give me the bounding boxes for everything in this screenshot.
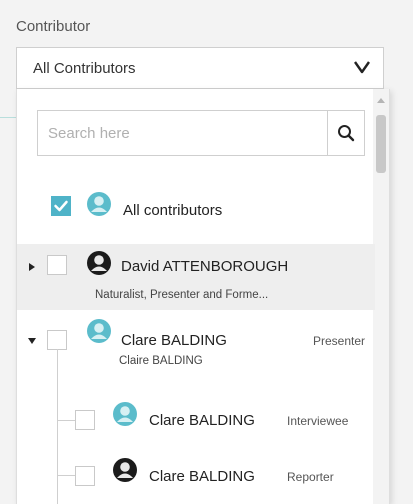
filter-label: Contributor: [16, 18, 91, 35]
person-dark-icon: [87, 251, 111, 275]
balding-reporter-role: Reporter: [287, 470, 334, 484]
balding-interviewee-name: Clare BALDING: [149, 412, 255, 429]
all-contributors-label: All contributors: [123, 202, 223, 219]
expand-arrow-icon[interactable]: [29, 263, 35, 271]
scrollbar[interactable]: [373, 89, 389, 504]
check-icon: [54, 200, 68, 212]
attenborough-name: David ATTENBOROUGH: [121, 258, 289, 275]
list-item-balding-reporter[interactable]: Clare BALDING Reporter: [17, 449, 375, 503]
chevron-down-icon[interactable]: [353, 58, 371, 76]
balding-subtitle: Claire BALDING: [119, 355, 203, 367]
list-item-all-contributors[interactable]: All contributors: [17, 185, 375, 231]
balding-interviewee-checkbox[interactable]: [75, 410, 95, 430]
person-teal-icon: [113, 402, 137, 426]
contributor-select-value: All Contributors: [33, 60, 136, 77]
search-input[interactable]: [38, 111, 328, 155]
balding-reporter-name: Clare BALDING: [149, 468, 255, 485]
scroll-up-arrow-icon[interactable]: [377, 98, 385, 103]
scrollbar-thumb[interactable]: [376, 115, 386, 173]
attenborough-checkbox[interactable]: [47, 255, 67, 275]
list-item-balding-interviewee[interactable]: Clare BALDING Interviewee: [17, 393, 375, 447]
balding-reporter-checkbox[interactable]: [75, 466, 95, 486]
person-teal-icon: [87, 319, 111, 343]
contributor-dropdown-panel: All contributors David ATTENBOROUGH Natu…: [16, 89, 390, 504]
balding-name: Clare BALDING: [121, 332, 227, 349]
search-button[interactable]: [327, 111, 364, 155]
balding-interviewee-role: Interviewee: [287, 414, 349, 428]
contributor-select[interactable]: All Contributors: [16, 47, 384, 89]
attenborough-subtitle: Naturalist, Presenter and Forme...: [95, 289, 269, 301]
list-item-balding[interactable]: Clare BALDING Presenter Claire BALDING: [17, 314, 375, 374]
list-item-attenborough[interactable]: David ATTENBOROUGH Naturalist, Presenter…: [17, 244, 375, 310]
all-contributors-checkbox[interactable]: [51, 196, 71, 216]
search-icon: [338, 125, 355, 142]
balding-checkbox[interactable]: [47, 330, 67, 350]
teal-accent-line: [0, 117, 16, 118]
person-dark-icon: [113, 458, 137, 482]
person-teal-icon: [87, 192, 111, 216]
collapse-arrow-icon[interactable]: [28, 338, 36, 344]
search-box: [37, 110, 365, 156]
balding-role: Presenter: [313, 334, 366, 348]
